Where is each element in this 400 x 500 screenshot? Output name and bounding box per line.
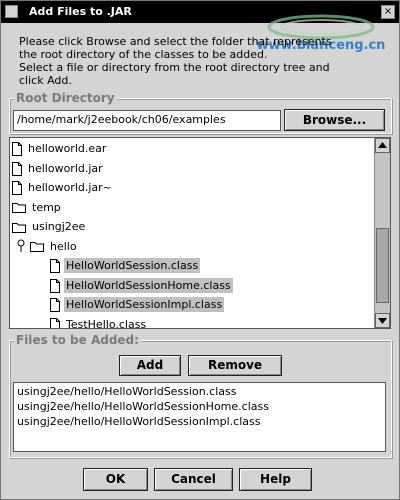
file-icon: [12, 181, 22, 195]
remove-button[interactable]: Remove: [188, 355, 282, 376]
tree-row[interactable]: TestHello.class: [50, 315, 148, 329]
file-icon: [12, 161, 22, 176]
instruction-line: click Add.: [19, 74, 72, 87]
add-files-dialog: Add Files to .JAR × www.bianceng.cn Plea…: [0, 0, 400, 500]
help-button[interactable]: Help: [239, 468, 312, 491]
folder-icon: [12, 222, 26, 233]
tree-row-label: temp: [32, 200, 61, 214]
instructions-text: Please click Browse and select the folde…: [19, 35, 391, 87]
expand-handle-icon[interactable]: [16, 239, 26, 253]
tree-row[interactable]: HelloWorldSessionImpl.class: [50, 295, 225, 314]
instruction-line: the root directory of the classes to be …: [19, 48, 268, 61]
file-icon: [50, 259, 60, 273]
instruction-line: Please click Browse and select the folde…: [19, 35, 332, 48]
list-item[interactable]: usingj2ee/hello/HelloWorldSessionImpl.cl…: [17, 414, 382, 429]
files-to-add-list[interactable]: usingj2ee/hello/HelloWorldSession.class …: [13, 382, 386, 452]
tree-row[interactable]: helloworld.ear: [12, 139, 108, 158]
file-icon: [12, 142, 22, 156]
tree-row-label: TestHello.class: [66, 317, 147, 329]
add-button[interactable]: Add: [119, 355, 181, 376]
file-icon: [50, 278, 60, 293]
root-directory-field[interactable]: /home/mark/j2eebook/ch06/examples: [13, 110, 281, 131]
browse-button[interactable]: Browse...: [284, 109, 385, 131]
tree-row-label: HelloWorldSessionHome.class: [64, 277, 233, 293]
tree-row[interactable]: helloworld.jar~: [12, 178, 114, 197]
folder-icon: [12, 203, 26, 213]
folder-icon: [30, 242, 44, 252]
tree-row-label: hello: [50, 239, 77, 253]
tree-row-label: helloworld.ear: [28, 142, 107, 155]
tree-row[interactable]: HelloWorldSession.class: [50, 256, 201, 275]
tree-row-label: usingj2ee: [32, 220, 86, 233]
tree-row-label: HelloWorldSession.class: [64, 258, 201, 273]
ok-button[interactable]: OK: [83, 468, 148, 491]
scroll-down-button[interactable]: [375, 313, 390, 328]
file-icon: [50, 298, 60, 312]
window-title: Add Files to .JAR: [29, 5, 132, 18]
tree-scrollbar[interactable]: [374, 138, 390, 328]
arrow-down-icon: [378, 318, 387, 324]
instruction-line: Select a file or directory from the root…: [19, 61, 330, 74]
scroll-thumb[interactable]: [376, 228, 389, 303]
tree-row-label: helloworld.jar: [28, 161, 103, 175]
files-to-add-label: Files to be Added:: [14, 333, 141, 347]
window-menu-icon[interactable]: [5, 5, 18, 18]
arrow-up-icon: [378, 142, 387, 148]
tree-row[interactable]: HelloWorldSessionHome.class: [50, 276, 233, 295]
root-directory-label: Root Directory: [14, 91, 117, 105]
tree-row[interactable]: helloworld.jar: [12, 159, 105, 178]
tree-row[interactable]: hello: [30, 237, 79, 256]
file-icon: [50, 317, 60, 328]
list-item[interactable]: usingj2ee/hello/HelloWorldSession.class: [17, 384, 382, 399]
cancel-button[interactable]: Cancel: [154, 468, 233, 491]
tree-row-label: helloworld.jar~: [28, 181, 112, 194]
list-item[interactable]: usingj2ee/hello/HelloWorldSessionHome.cl…: [17, 399, 382, 414]
scroll-up-button[interactable]: [375, 138, 390, 153]
tree-row-label: HelloWorldSessionImpl.class: [64, 297, 225, 312]
file-tree[interactable]: helloworld.ear helloworld.jar helloworld.j…: [9, 137, 391, 329]
tree-row[interactable]: temp: [12, 198, 63, 217]
tree-row[interactable]: usingj2ee: [12, 217, 87, 236]
